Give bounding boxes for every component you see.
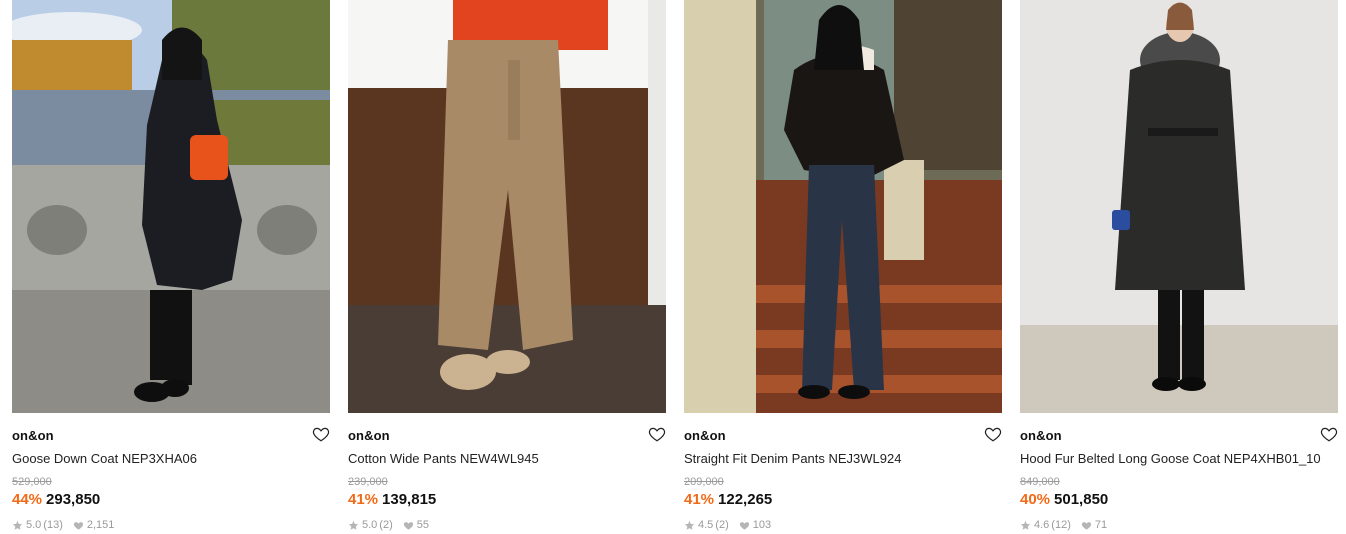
rating-score: 5.0 (26, 519, 42, 531)
original-price: 529,000 (12, 476, 52, 488)
original-price: 849,000 (1020, 476, 1060, 488)
heart-filled-icon (739, 520, 750, 531)
product-image[interactable] (684, 0, 1002, 413)
sale-price: 122,265 (718, 491, 773, 508)
wishlist-heart-icon[interactable] (1320, 425, 1338, 443)
original-price: 239,000 (348, 476, 388, 488)
star-icon (1020, 520, 1031, 531)
product-image[interactable] (1020, 0, 1338, 413)
price-row: 41% 139,815 (348, 491, 436, 508)
review-count: (13) (43, 519, 63, 531)
sale-price: 293,850 (46, 491, 101, 508)
price-row: 41% 122,265 (684, 491, 772, 508)
brand-name[interactable]: on&on (348, 428, 390, 443)
rating-score: 5.0 (362, 519, 378, 531)
wishlist-heart-icon[interactable] (648, 425, 666, 443)
product-name[interactable]: Straight Fit Denim Pants NEJ3WL924 (684, 451, 901, 466)
product-card[interactable]: on&on Hood Fur Belted Long Goose Coat NE… (1020, 0, 1338, 534)
wishlist-heart-icon[interactable] (984, 425, 1002, 443)
price-row: 44% 293,850 (12, 491, 100, 508)
product-stats: 4.5 (2) 103 (684, 519, 771, 531)
product-stats: 4.6 (12) 71 (1020, 519, 1107, 531)
like-count: 55 (416, 519, 429, 531)
product-card[interactable]: on&on Cotton Wide Pants NEW4WL945 239,00… (348, 0, 666, 534)
star-icon (348, 520, 359, 531)
like-count: 103 (752, 519, 772, 531)
review-count: (2) (715, 519, 729, 531)
product-stats: 5.0 (13) 2,151 (12, 519, 114, 531)
brand-name[interactable]: on&on (12, 428, 54, 443)
review-count: (2) (379, 519, 393, 531)
heart-filled-icon (1081, 520, 1092, 531)
product-name[interactable]: Cotton Wide Pants NEW4WL945 (348, 451, 539, 466)
star-icon (12, 520, 23, 531)
product-name[interactable]: Goose Down Coat NEP3XHA06 (12, 451, 197, 466)
discount-rate: 40% (1020, 491, 1051, 508)
sale-price: 139,815 (382, 491, 437, 508)
wishlist-heart-icon[interactable] (312, 425, 330, 443)
product-grid: on&on Goose Down Coat NEP3XHA06 529,000 … (12, 0, 1338, 534)
review-count: (12) (1051, 519, 1071, 531)
product-card[interactable]: on&on Straight Fit Denim Pants NEJ3WL924… (684, 0, 1002, 534)
heart-filled-icon (73, 520, 84, 531)
discount-rate: 41% (348, 491, 379, 508)
star-icon (684, 520, 695, 531)
price-row: 40% 501,850 (1020, 491, 1108, 508)
brand-name[interactable]: on&on (1020, 428, 1062, 443)
product-image[interactable] (12, 0, 330, 413)
discount-rate: 41% (684, 491, 715, 508)
product-stats: 5.0 (2) 55 (348, 519, 429, 531)
rating-score: 4.6 (1034, 519, 1050, 531)
original-price: 209,000 (684, 476, 724, 488)
sale-price: 501,850 (1054, 491, 1109, 508)
product-name[interactable]: Hood Fur Belted Long Goose Coat NEP4XHB0… (1020, 451, 1321, 466)
product-image[interactable] (348, 0, 666, 413)
heart-filled-icon (403, 520, 414, 531)
like-count: 2,151 (86, 519, 115, 531)
rating-score: 4.5 (698, 519, 714, 531)
product-card[interactable]: on&on Goose Down Coat NEP3XHA06 529,000 … (12, 0, 330, 534)
like-count: 71 (1094, 519, 1108, 531)
brand-name[interactable]: on&on (684, 428, 726, 443)
discount-rate: 44% (12, 491, 43, 508)
